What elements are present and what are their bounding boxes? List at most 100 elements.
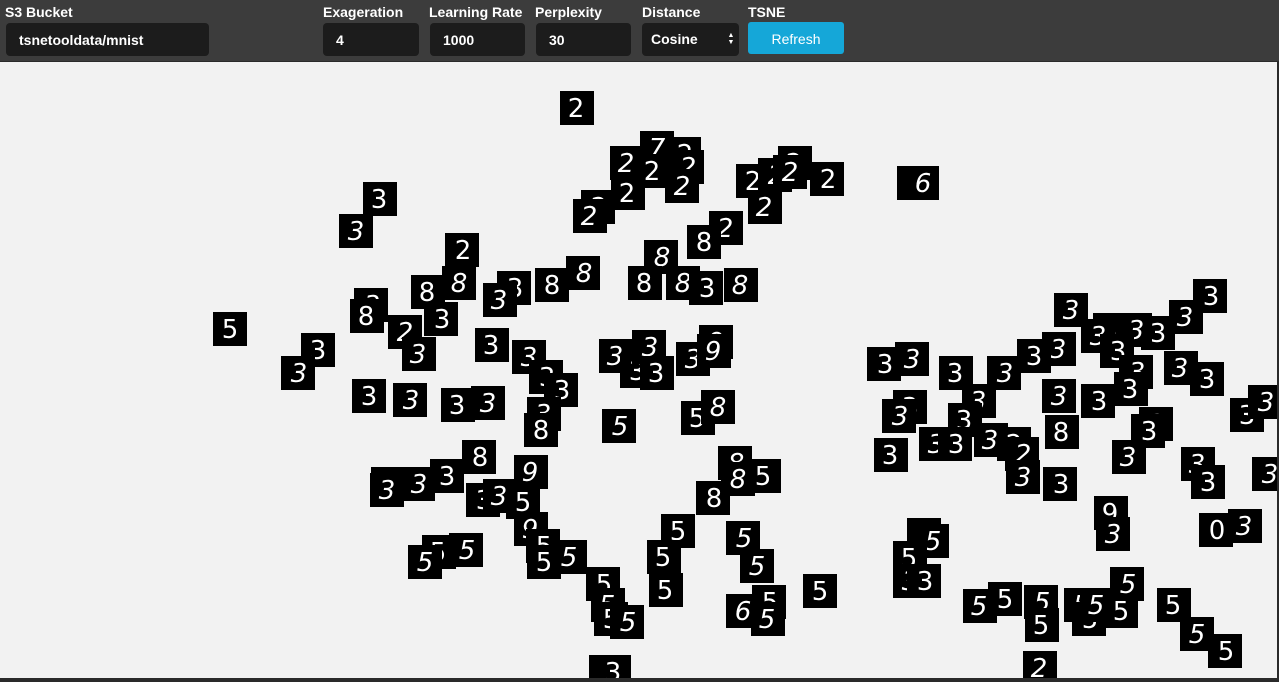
digit-tile-8[interactable]: 8 [535, 268, 569, 302]
digit-label: 3 [997, 359, 1014, 389]
digit-tile-5[interactable]: 5 [647, 540, 681, 574]
digit-tile-5[interactable]: 5 [527, 545, 561, 579]
digit-tile-8[interactable]: 8 [462, 440, 496, 474]
digit-tile-8[interactable]: 8 [442, 266, 476, 300]
digit-tile-2[interactable]: 2 [810, 162, 844, 196]
digit-tile-3[interactable]: 3 [401, 467, 435, 501]
digit-tile-5[interactable]: 5 [408, 545, 442, 579]
digit-tile-3[interactable]: 3 [441, 388, 475, 422]
perplexity-input[interactable] [536, 23, 631, 56]
digit-tile-8[interactable]: 8 [350, 299, 384, 333]
digit-label: 3 [291, 359, 308, 389]
digit-tile-5[interactable]: 5 [751, 602, 785, 636]
digit-tile-2[interactable]: 2 [773, 155, 807, 189]
digit-tile-5[interactable]: 5 [988, 582, 1022, 616]
digit-tile-3[interactable]: 3 [1252, 457, 1277, 491]
digit-tile-3[interactable]: 3 [393, 383, 427, 417]
digit-tile-8[interactable]: 8 [724, 268, 758, 302]
digit-tile-3[interactable]: 3 [882, 399, 916, 433]
digit-label: 8 [636, 269, 653, 299]
digit-tile-8[interactable]: 8 [628, 266, 662, 300]
digit-tile-3[interactable]: 3 [1096, 517, 1130, 551]
digit-tile-6[interactable]: 6 [905, 166, 939, 200]
digit-tile-3[interactable]: 3 [483, 283, 517, 317]
digit-tile-3[interactable]: 3 [1248, 385, 1277, 419]
digit-label: 3 [434, 305, 451, 335]
digit-tile-3[interactable]: 3 [907, 564, 941, 598]
digit-tile-5[interactable]: 5 [649, 573, 683, 607]
digit-tile-5[interactable]: 5 [1157, 588, 1191, 622]
digit-tile-8[interactable]: 8 [524, 413, 558, 447]
digit-tile-9[interactable]: 9 [697, 334, 731, 368]
digit-tile-3[interactable]: 3 [281, 356, 315, 390]
digit-label: 2 [644, 157, 661, 187]
digit-label: 3 [982, 426, 999, 456]
digit-tile-2[interactable]: 2 [1023, 651, 1057, 678]
digit-tile-3[interactable]: 3 [339, 214, 373, 248]
digit-label: 5 [1033, 611, 1050, 641]
digit-tile-8[interactable]: 8 [1045, 415, 1079, 449]
digit-tile-3[interactable]: 3 [471, 386, 505, 420]
select-arrows-icon: ▲ ▼ [727, 32, 735, 46]
distance-select[interactable]: Cosine ▲ ▼ [642, 23, 739, 56]
digit-tile-3[interactable]: 3 [597, 655, 631, 678]
digit-tile-3[interactable]: 3 [1042, 379, 1076, 413]
digit-tile-2[interactable]: 2 [560, 91, 594, 125]
digit-tile-2[interactable]: 2 [665, 169, 699, 203]
digit-label: 3 [1051, 382, 1068, 412]
digit-tile-2[interactable]: 2 [573, 199, 607, 233]
digit-tile-3[interactable]: 3 [1081, 384, 1115, 418]
bucket-input[interactable] [6, 23, 209, 56]
digit-tile-3[interactable]: 3 [370, 473, 404, 507]
digit-tile-5[interactable]: 5 [610, 605, 644, 639]
digit-tile-3[interactable]: 3 [352, 379, 386, 413]
distance-selected-value: Cosine [651, 31, 698, 47]
digit-tile-3[interactable]: 3 [1191, 465, 1225, 499]
digit-tile-5[interactable]: 5 [1110, 567, 1144, 601]
digit-tile-2[interactable]: 2 [611, 176, 645, 210]
digit-tile-2[interactable]: 2 [748, 190, 782, 224]
digit-tile-3[interactable]: 3 [938, 427, 972, 461]
digit-label: 5 [620, 608, 637, 638]
digit-tile-5[interactable]: 5 [602, 409, 636, 443]
digit-tile-3[interactable]: 3 [1190, 362, 1224, 396]
digit-tile-8[interactable]: 8 [687, 225, 721, 259]
digit-tile-9[interactable]: 9 [514, 455, 548, 489]
digit-tile-3[interactable]: 3 [430, 459, 464, 493]
digit-tile-8[interactable]: 8 [701, 390, 735, 424]
digit-tile-3[interactable]: 3 [424, 302, 458, 336]
digit-label: 2 [1031, 654, 1048, 678]
exageration-input[interactable] [323, 23, 419, 56]
learning-rate-input[interactable] [430, 23, 525, 56]
digit-tile-3[interactable]: 3 [1043, 467, 1077, 501]
digit-tile-3[interactable]: 3 [1017, 339, 1051, 373]
digit-tile-3[interactable]: 3 [363, 182, 397, 216]
digit-tile-3[interactable]: 3 [867, 347, 901, 381]
digit-label: 3 [491, 286, 508, 316]
digit-tile-5[interactable]: 5 [1025, 608, 1059, 642]
tsne-embedding-canvas[interactable]: 2722222222222222663322888833888838538233… [0, 62, 1277, 678]
digit-tile-5[interactable]: 5 [213, 312, 247, 346]
digit-label: 3 [699, 274, 716, 304]
digit-tile-8[interactable]: 8 [566, 256, 600, 290]
digit-tile-8[interactable]: 8 [696, 481, 730, 515]
digit-tile-0[interactable]: 0 [1199, 513, 1233, 547]
digit-tile-3[interactable]: 3 [689, 271, 723, 305]
digit-tile-3[interactable]: 3 [1006, 460, 1040, 494]
exageration-control: Exageration [323, 4, 419, 56]
digit-tile-5[interactable]: 5 [740, 549, 774, 583]
digit-tile-3[interactable]: 3 [1114, 372, 1148, 406]
digit-tile-3[interactable]: 3 [1112, 440, 1146, 474]
digit-tile-3[interactable]: 3 [640, 356, 674, 390]
digit-tile-3[interactable]: 3 [874, 438, 908, 472]
digit-label: 5 [1120, 570, 1137, 600]
refresh-button[interactable]: Refresh [748, 22, 844, 54]
digit-label: 3 [1172, 354, 1189, 384]
digit-tile-5[interactable]: 5 [803, 574, 837, 608]
digit-tile-3[interactable]: 3 [402, 337, 436, 371]
digit-tile-2[interactable]: 2 [445, 233, 479, 267]
digit-tile-3[interactable]: 3 [475, 328, 509, 362]
digit-tile-3[interactable]: 3 [1228, 509, 1262, 543]
bucket-label: S3 Bucket [5, 4, 73, 20]
digit-tile-5[interactable]: 5 [1208, 634, 1242, 668]
